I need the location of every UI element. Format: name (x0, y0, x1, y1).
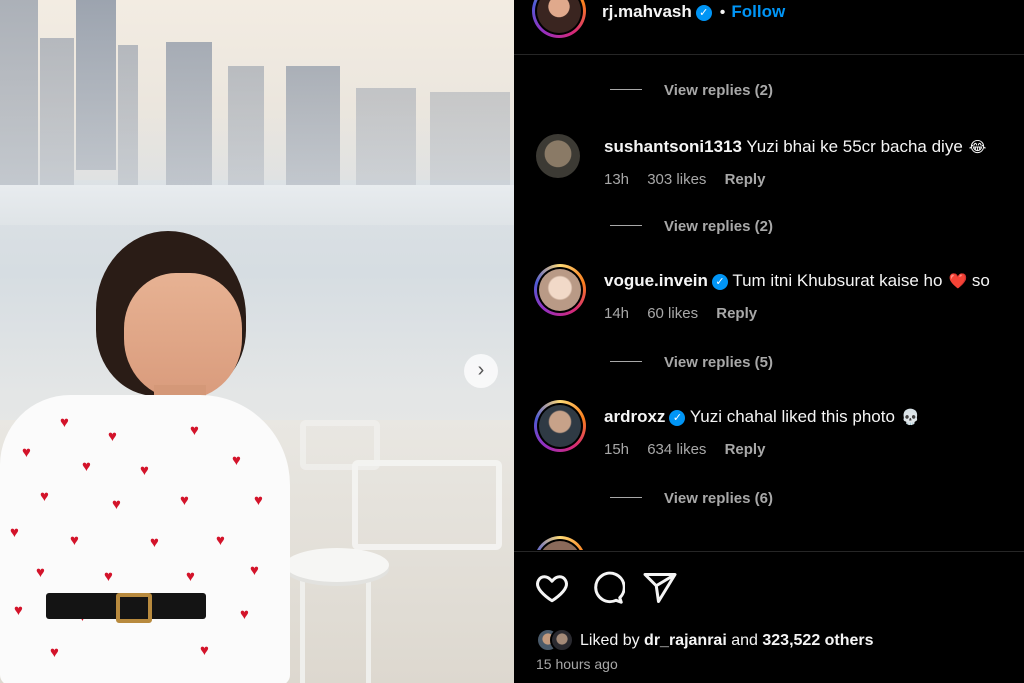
post-timestamp: 15 hours ago (536, 656, 618, 672)
photo-building (356, 88, 416, 188)
commenter-avatar[interactable] (534, 400, 586, 452)
comment-time: 14h (604, 305, 630, 322)
post-header: rj.mahvash ✓ • Follow (514, 0, 1024, 55)
photo-building (228, 66, 264, 191)
view-replies-label: View replies (2) (664, 82, 773, 99)
comment-item: ardroxz ✓ Yuzi chahal liked this photo 💀 1… (532, 400, 1024, 464)
view-replies-button[interactable]: View replies (6) (610, 490, 773, 507)
heart-icon[interactable] (534, 570, 570, 606)
photo-building (166, 42, 212, 192)
author-username[interactable]: rj.mahvash (602, 2, 692, 21)
comment-text: Yuzi bhai ke 55cr bacha diye (746, 137, 963, 156)
reply-button[interactable]: Reply (725, 441, 766, 458)
photo-table (285, 548, 389, 582)
comment-meta: 13h 303 likes Reply (604, 171, 779, 188)
photo-chair (300, 420, 380, 470)
person-face (124, 273, 242, 399)
view-replies-label: View replies (5) (664, 354, 773, 371)
replies-line (610, 89, 642, 90)
photo-table-leg (366, 578, 371, 683)
comment-likes[interactable]: 303 likes (647, 171, 706, 188)
next-photo-button[interactable]: › (464, 354, 498, 388)
author-avatar[interactable] (532, 0, 586, 38)
view-replies-label: View replies (6) (664, 490, 773, 507)
comment-item: sushantsoni1313 Yuzi bhai ke 55cr bacha … (532, 134, 1024, 194)
separator-dot: • (719, 4, 726, 21)
commenter-username[interactable]: vogue.invein (604, 271, 708, 290)
skull-emoji-icon: 💀 (900, 409, 920, 426)
reply-button[interactable]: Reply (725, 171, 766, 188)
photo-building (40, 38, 74, 188)
photo-building (430, 92, 510, 192)
liked-by-and: and (731, 632, 758, 649)
photo-deck (0, 185, 514, 225)
photo-chair (352, 460, 502, 550)
commenter-avatar-partial[interactable] (534, 536, 586, 550)
post-actions: Liked by dr_rajanrai and 323,522 others … (514, 551, 1024, 683)
person-dress: ♥ ♥ ♥ ♥ ♥ ♥ ♥ ♥ ♥ ♥ ♥ ♥ ♥ ♥ ♥ ♥ ♥ ♥ ♥ ♥ … (0, 395, 290, 683)
send-icon[interactable] (642, 570, 678, 606)
liker-avatar[interactable] (550, 628, 574, 652)
comment-text-row: ardroxz ✓ Yuzi chahal liked this photo 💀 (604, 407, 920, 427)
photo-table-leg (300, 578, 305, 683)
view-replies-label: View replies (2) (664, 218, 773, 235)
comment-text: Yuzi chahal liked this photo (689, 407, 895, 426)
photo-building (286, 66, 340, 191)
comments-panel: rj.mahvash ✓ • Follow View replies (2) sush… (514, 0, 1024, 683)
photo-building (118, 45, 138, 185)
laughing-emoji-icon: 😂 (968, 139, 987, 156)
person-belt-buckle (116, 593, 152, 623)
reply-button[interactable]: Reply (716, 305, 757, 322)
view-replies-button[interactable]: View replies (5) (610, 354, 773, 371)
view-replies-button[interactable]: View replies (2) (610, 82, 773, 99)
commenter-username[interactable]: sushantsoni1313 (604, 137, 742, 156)
view-replies-button[interactable]: View replies (2) (610, 218, 773, 235)
comment-text-truncated: so (971, 271, 990, 290)
verified-badge-icon: ✓ (695, 5, 712, 21)
comment-text: Tum itni Khubsurat kaise ho (732, 271, 943, 290)
photo-person: ♥ ♥ ♥ ♥ ♥ ♥ ♥ ♥ ♥ ♥ ♥ ♥ ♥ ♥ ♥ ♥ ♥ ♥ ♥ ♥ … (0, 225, 300, 683)
post-photo[interactable]: ♥ ♥ ♥ ♥ ♥ ♥ ♥ ♥ ♥ ♥ ♥ ♥ ♥ ♥ ♥ ♥ ♥ ♥ ♥ ♥ … (0, 0, 514, 683)
comment-time: 15h (604, 441, 630, 458)
replies-line (610, 497, 642, 498)
liked-by-row: Liked by dr_rajanrai and 323,522 others (536, 628, 874, 652)
comment-text-row: vogue.invein ✓ Tum itni Khubsurat kaise h… (604, 271, 990, 291)
comment-likes[interactable]: 634 likes (647, 441, 706, 458)
comment-text-row: sushantsoni1313 Yuzi bhai ke 55cr bacha … (604, 137, 986, 157)
replies-line (610, 225, 642, 226)
author-row: rj.mahvash ✓ • Follow (602, 2, 785, 22)
verified-badge-icon: ✓ (669, 410, 686, 426)
liked-by-prefix: Liked by (580, 632, 640, 649)
photo-building (76, 0, 116, 170)
photo-building (0, 0, 38, 190)
replies-line (610, 361, 642, 362)
commenter-username[interactable]: ardroxz (604, 407, 665, 426)
comment-time: 13h (604, 171, 630, 188)
liked-by-user[interactable]: dr_rajanrai (644, 632, 727, 649)
commenter-avatar[interactable] (534, 264, 586, 316)
comment-icon[interactable] (589, 570, 625, 606)
likes-count[interactable]: 323,522 others (762, 632, 873, 649)
comment-meta: 15h 634 likes Reply (604, 441, 779, 458)
comment-item: vogue.invein ✓ Tum itni Khubsurat kaise h… (532, 264, 1024, 328)
follow-button[interactable]: Follow (731, 2, 785, 21)
comments-list[interactable]: View replies (2) sushantsoni1313 Yuzi bh… (514, 56, 1024, 550)
verified-badge-icon: ✓ (711, 274, 728, 290)
red-heart-emoji-icon: ❤️ (948, 273, 968, 290)
comment-likes[interactable]: 60 likes (647, 305, 698, 322)
commenter-avatar[interactable] (536, 134, 580, 178)
chevron-right-icon: › (477, 359, 485, 381)
comment-meta: 14h 60 likes Reply (604, 305, 771, 322)
